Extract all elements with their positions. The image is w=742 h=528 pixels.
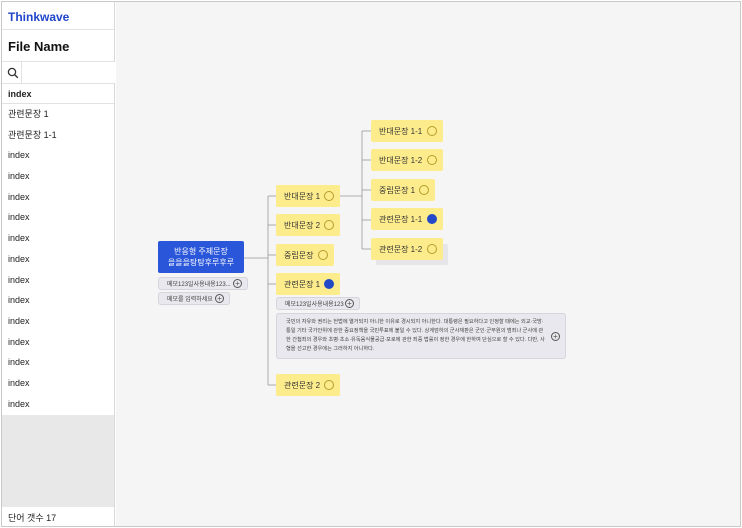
node-level1-4[interactable]: 관련문장 2	[276, 374, 340, 396]
root-memo-input[interactable]: 메모를 입력하세요 +	[158, 292, 230, 305]
node-label: 관련문장 1-1	[379, 214, 423, 224]
node-level2-2[interactable]: 중립문장 1	[371, 179, 435, 201]
add-icon[interactable]: +	[551, 332, 560, 341]
node-select-circle[interactable]	[324, 191, 334, 201]
node-label: 반대문장 1	[284, 191, 321, 201]
node-memo-text: 메모123일사용내용123	[285, 302, 344, 308]
node-select-circle[interactable]	[427, 155, 437, 165]
node-label: 관련문장 1-2	[379, 244, 423, 254]
add-icon[interactable]: +	[233, 279, 242, 288]
node-level2-3[interactable]: 관련문장 1-1	[371, 208, 443, 230]
node-level2-1[interactable]: 반대문장 1-2	[371, 149, 443, 171]
node-select-circle[interactable]	[324, 279, 334, 289]
node-level2-4[interactable]: 관련문장 1-2	[371, 238, 443, 260]
node-label: 중립문장	[284, 250, 314, 260]
root-line-2: 을을을탕탕후루후루	[167, 258, 235, 267]
node-label: 중립문장 1	[379, 185, 416, 195]
node-memo[interactable]: 메모123일사용내용123 +	[276, 297, 360, 310]
connector-lines	[244, 130, 371, 386]
node-select-circle[interactable]	[419, 185, 429, 195]
node-level1-3[interactable]: 관련문장 1	[276, 273, 340, 295]
add-icon[interactable]: +	[215, 294, 224, 303]
node-select-circle[interactable]	[427, 214, 437, 224]
node-level1-1[interactable]: 반대문장 2	[276, 214, 340, 236]
node-select-circle[interactable]	[318, 250, 328, 260]
node-select-circle[interactable]	[324, 220, 334, 230]
node-label: 관련문장 2	[284, 380, 321, 390]
node-select-circle[interactable]	[324, 380, 334, 390]
root-memo-placeholder: 메모를 입력하세요	[167, 297, 213, 303]
node-label: 반대문장 1-2	[379, 155, 423, 165]
detail-memo-text: 국민의 자유와 권리는 헌법에 열거되지 아니한 이유로 경시되지 아니한다. …	[286, 319, 545, 352]
node-label: 관련문장 1	[284, 279, 321, 289]
node-label: 반대문장 1-1	[379, 126, 423, 136]
node-level1-0[interactable]: 반대문장 1	[276, 185, 340, 207]
node-select-circle[interactable]	[427, 244, 437, 254]
node-select-circle[interactable]	[427, 126, 437, 136]
root-topic[interactable]: 반응형 주제문장 을을을탕탕후루후루	[158, 241, 244, 273]
root-memo-text: 메모123일사용내용123...	[167, 282, 231, 288]
node-label: 반대문장 2	[284, 220, 321, 230]
root-memo[interactable]: 메모123일사용내용123... +	[158, 277, 248, 290]
add-icon[interactable]: +	[345, 299, 354, 308]
detail-memo[interactable]: 국민의 자유와 권리는 헌법에 열거되지 아니한 이유로 경시되지 아니한다. …	[276, 313, 566, 359]
node-level2-0[interactable]: 반대문장 1-1	[371, 120, 443, 142]
root-line-1: 반응형 주제문장	[174, 247, 228, 256]
node-level1-2[interactable]: 중립문장	[276, 244, 334, 266]
